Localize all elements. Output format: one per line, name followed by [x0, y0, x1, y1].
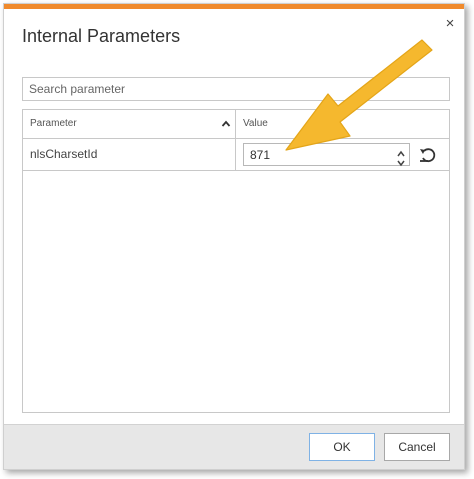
parameter-name-cell: nlsCharsetId: [23, 139, 236, 170]
spinner-controls: [395, 145, 407, 167]
grid-header: Parameter Value: [23, 110, 449, 139]
search-parameter-input[interactable]: [22, 77, 450, 101]
parameters-grid: Parameter Value nlsCharsetId: [22, 109, 450, 413]
value-input[interactable]: [244, 144, 392, 165]
close-icon[interactable]: ×: [442, 16, 458, 32]
column-header-label: Parameter: [30, 118, 77, 129]
column-header-parameter[interactable]: Parameter: [23, 110, 236, 138]
table-row[interactable]: nlsCharsetId: [23, 139, 449, 171]
ok-button[interactable]: OK: [309, 433, 375, 461]
column-header-label: Value: [243, 118, 268, 129]
column-header-value[interactable]: Value: [236, 110, 449, 138]
internal-parameters-dialog: Internal Parameters × Parameter Value nl…: [3, 3, 465, 470]
dialog-accent-bar: [4, 4, 464, 9]
dialog-title: Internal Parameters: [22, 26, 181, 46]
spin-down-icon[interactable]: [395, 155, 407, 167]
cancel-button[interactable]: Cancel: [384, 433, 450, 461]
reset-icon[interactable]: [418, 146, 438, 164]
value-stepper[interactable]: [243, 143, 410, 167]
dialog-footer: OK Cancel: [4, 424, 464, 469]
spin-up-icon[interactable]: [395, 145, 407, 157]
